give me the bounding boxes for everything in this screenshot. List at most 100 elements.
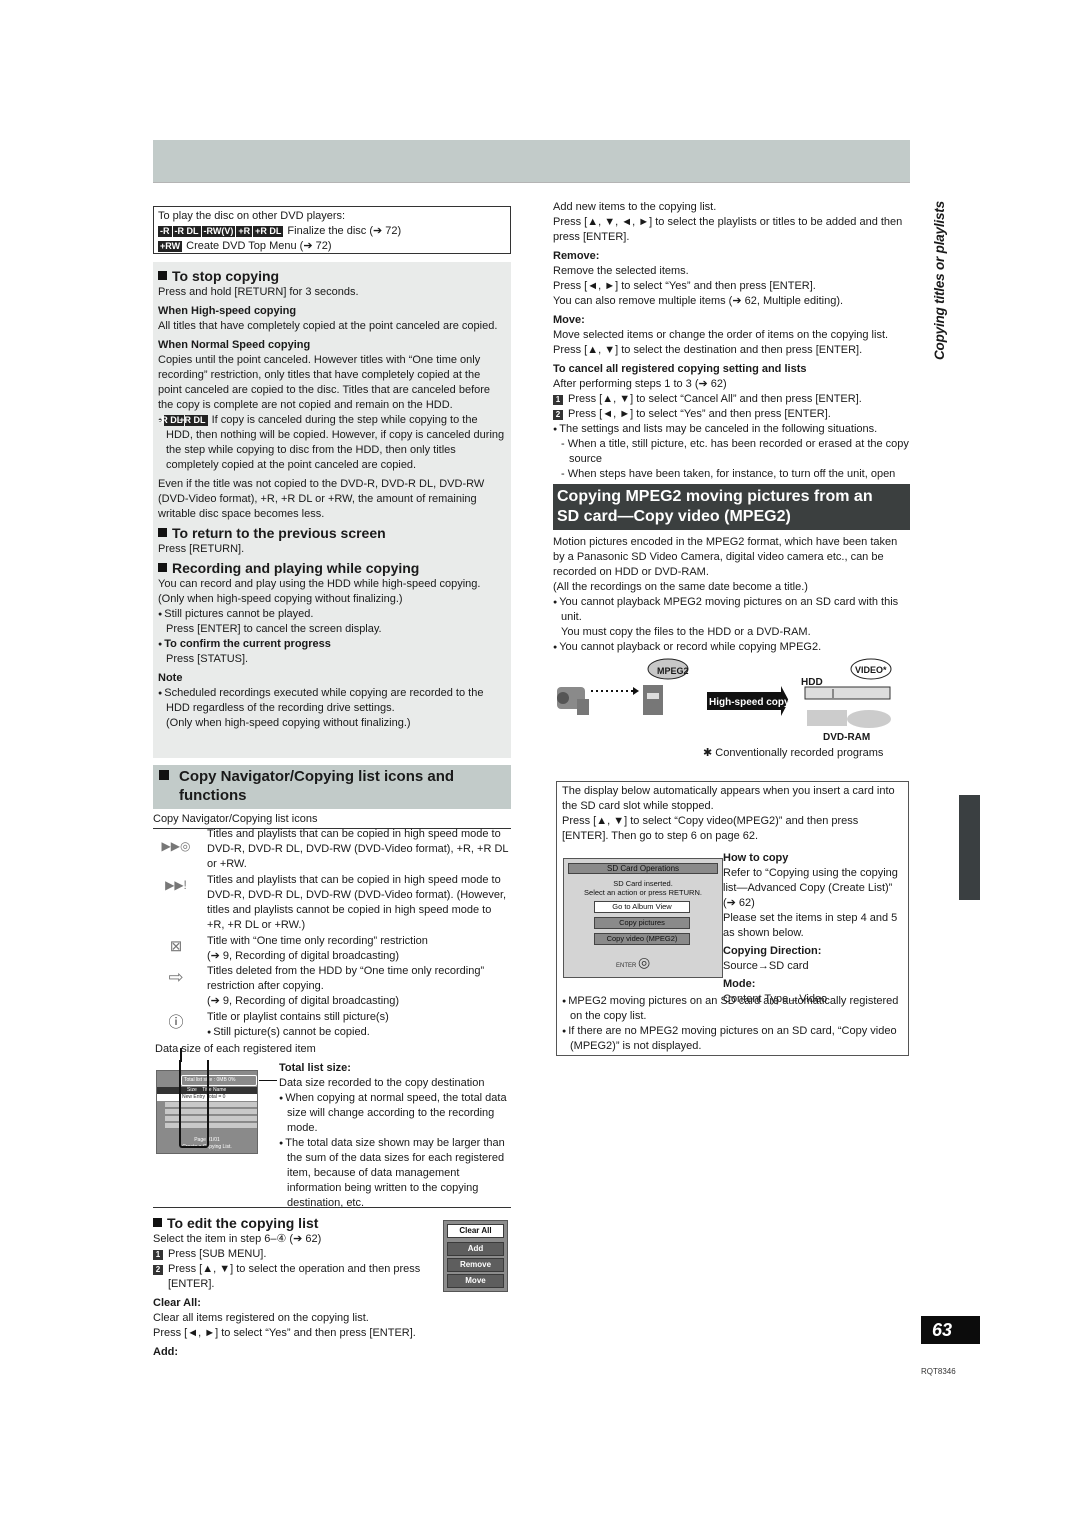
body-text: Press [◄, ►] to select “Yes” and then pr… [553, 280, 816, 292]
disc-tag: +R DL [253, 226, 284, 237]
dvd-ram-disc-icon [847, 710, 891, 728]
body-text: All titles that have completely copied a… [158, 320, 498, 332]
body-text: Remove the selected items. [553, 265, 689, 277]
body-text: Press [▲, ▼, ◄, ►] to select the playlis… [553, 216, 903, 243]
menu-item-clear-all[interactable]: Clear All [447, 1224, 504, 1238]
sd-notes: MPEG2 moving pictures on an SD card are … [562, 994, 902, 1054]
subheading: When High-speed copying [158, 305, 297, 317]
body-text: Move selected items or change the order … [553, 329, 889, 341]
total-list-size-block: Total list size: Data size recorded to t… [279, 1058, 513, 1211]
page-number: 63 [921, 1316, 980, 1344]
body-text: (All the recordings on the same date bec… [553, 581, 808, 593]
dvd-ram-cartridge-icon [807, 710, 847, 726]
note-heading: Note [158, 672, 183, 684]
chapter-tab [959, 795, 980, 900]
footnote: ✱ Conventionally recorded programs [703, 747, 884, 759]
body-text: Data size recorded to the copy destinati… [279, 1077, 485, 1089]
finalize-intro: To play the disc on other DVD players: [158, 210, 346, 222]
disc-tag: +R [236, 226, 253, 237]
bullet-item: The total data size shown may be larger … [279, 1136, 513, 1211]
bullet-item: Scheduled recordings executed while copy… [158, 686, 506, 716]
body-text: Clear all items registered on the copyin… [153, 1312, 369, 1324]
subheading: Clear All: [153, 1297, 201, 1309]
cancel-step-1: 1 Press [▲, ▼] to select “Cancel All” and… [553, 392, 911, 407]
disc-tag: -RW(V) [201, 226, 236, 237]
sub-menu-screen: Clear All Add Remove Move [443, 1220, 508, 1292]
sd-card-icon [643, 685, 663, 715]
divider [153, 1207, 511, 1208]
disc-tag: -R DL [172, 226, 201, 237]
camcorder-icon [557, 687, 589, 715]
subheading: Move: [553, 314, 585, 326]
body-text: You must copy the files to the HDD or a … [561, 626, 811, 638]
subheading: Remove: [553, 250, 600, 262]
edit-list-continued: Add new items to the copying list. Press… [553, 200, 911, 497]
subheading: Total list size: [279, 1062, 351, 1074]
high-speed-copy-label: High-speed copy [709, 697, 790, 708]
one-time-recording-icon: ⊠ [169, 938, 183, 955]
screen-title: SD Card Operations [568, 863, 718, 874]
bullet-item: When copying at normal speed, the total … [279, 1091, 513, 1136]
callout-line [259, 1080, 277, 1081]
step-2: 2 Press [▲, ▼] to select the operation an… [153, 1262, 423, 1292]
bullet-item: If there are no MPEG2 moving pictures on… [562, 1024, 902, 1054]
finalize-info-box: To play the disc on other DVD players: -… [153, 206, 511, 254]
square-bullet-icon [158, 271, 167, 280]
body-text: Press [▲, ▼] to select the destination a… [553, 344, 863, 356]
subheading: Add: [153, 1346, 179, 1358]
body-text: Please set the items in step 4 and 5 as … [723, 912, 898, 939]
square-bullet-icon [153, 1218, 162, 1227]
body-text: Press [RETURN]. [158, 543, 245, 555]
menu-item-remove[interactable]: Remove [447, 1258, 504, 1272]
dvd-ram-label: DVD-RAM [823, 732, 871, 743]
sd-card-operations-screen: SD Card Operations SD Card inserted. Sele… [563, 858, 723, 978]
nav-icons-heading: Copy Navigator/Copying list icons and fu… [153, 765, 511, 809]
mpeg2-copy-diagram: MPEG2 High-speed copy HDD VIDEO* DVD-RAM… [553, 655, 911, 765]
finalize-text: Finalize the disc (➔ 72) [287, 225, 402, 237]
mpeg2-intro: Motion pictures encoded in the MPEG2 for… [553, 535, 911, 655]
sd-card-info-box: The display below automatically appears … [556, 781, 909, 1056]
enter-dial-icon: ENTER ◎ [616, 954, 651, 970]
bullet-item: MPEG2 moving pictures on an SD card are … [562, 994, 902, 1024]
document-code: RQT8346 [921, 1367, 956, 1376]
bullet-item: -R DL+R DL If copy is canceled during th… [158, 413, 506, 473]
menu-item-add[interactable]: Add [447, 1242, 504, 1256]
copy-pictures-button[interactable]: Copy pictures [594, 917, 690, 929]
subheading: When Normal Speed copying [158, 339, 311, 351]
subheading: Mode: [723, 978, 756, 990]
bullet-item: The settings and lists may be canceled i… [553, 422, 911, 437]
body-text: Press [STATUS]. [166, 653, 249, 665]
top-menu-text: Create DVD Top Menu (➔ 72) [186, 240, 332, 252]
section-heading: To return to the previous screen [158, 524, 506, 542]
high-speed-limited-icon: ▶▶! [165, 878, 187, 892]
bullet-item: Still pictures cannot be played. [158, 607, 506, 622]
disc-tag: +R DL [179, 415, 208, 426]
stop-copying-panel: To stop copying Press and hold [RETURN] … [153, 262, 511, 758]
body-text: Copies until the point canceled. However… [158, 354, 491, 411]
copy-video-mpeg2-button[interactable]: Copy video (MPEG2) [594, 933, 690, 945]
disc-tag: +RW [158, 241, 183, 252]
body-text: The display below automatically appears … [562, 785, 895, 812]
side-tab-label: Copying titles or playlists [932, 201, 947, 360]
how-to-copy-block: How to copy Refer to “Copying using the … [723, 848, 908, 1007]
body-text: After performing steps 1 to 3 (➔ 62) [553, 378, 727, 390]
body-text: You can record and play using the HDD wh… [158, 578, 481, 605]
menu-item-move[interactable]: Move [447, 1274, 504, 1288]
size-column-highlight [179, 1060, 209, 1148]
body-text: (Only when high-speed copying without fi… [166, 717, 411, 729]
dash-item: - When a title, still picture, etc. has … [561, 438, 909, 465]
body-text: Source→SD card [723, 960, 809, 972]
section-heading: To stop copying [158, 267, 506, 285]
header-band [153, 140, 910, 183]
body-text: Press [ENTER] to cancel the screen displ… [166, 623, 382, 635]
video-label: VIDEO* [855, 665, 887, 675]
go-to-album-view-button[interactable]: Go to Album View [594, 901, 690, 913]
high-speed-disc-icon: ▶▶◎ [161, 839, 191, 853]
body-text: Refer to “Copying using the copying list… [723, 867, 898, 909]
disc-tag: -R [158, 226, 172, 237]
bullet-item: You cannot playback MPEG2 moving picture… [553, 595, 911, 625]
square-bullet-icon [159, 770, 169, 780]
square-bullet-icon [158, 563, 167, 572]
body-text: You can also remove multiple items (➔ 62… [553, 295, 844, 307]
body-text: Add new items to the copying list. [553, 201, 717, 213]
